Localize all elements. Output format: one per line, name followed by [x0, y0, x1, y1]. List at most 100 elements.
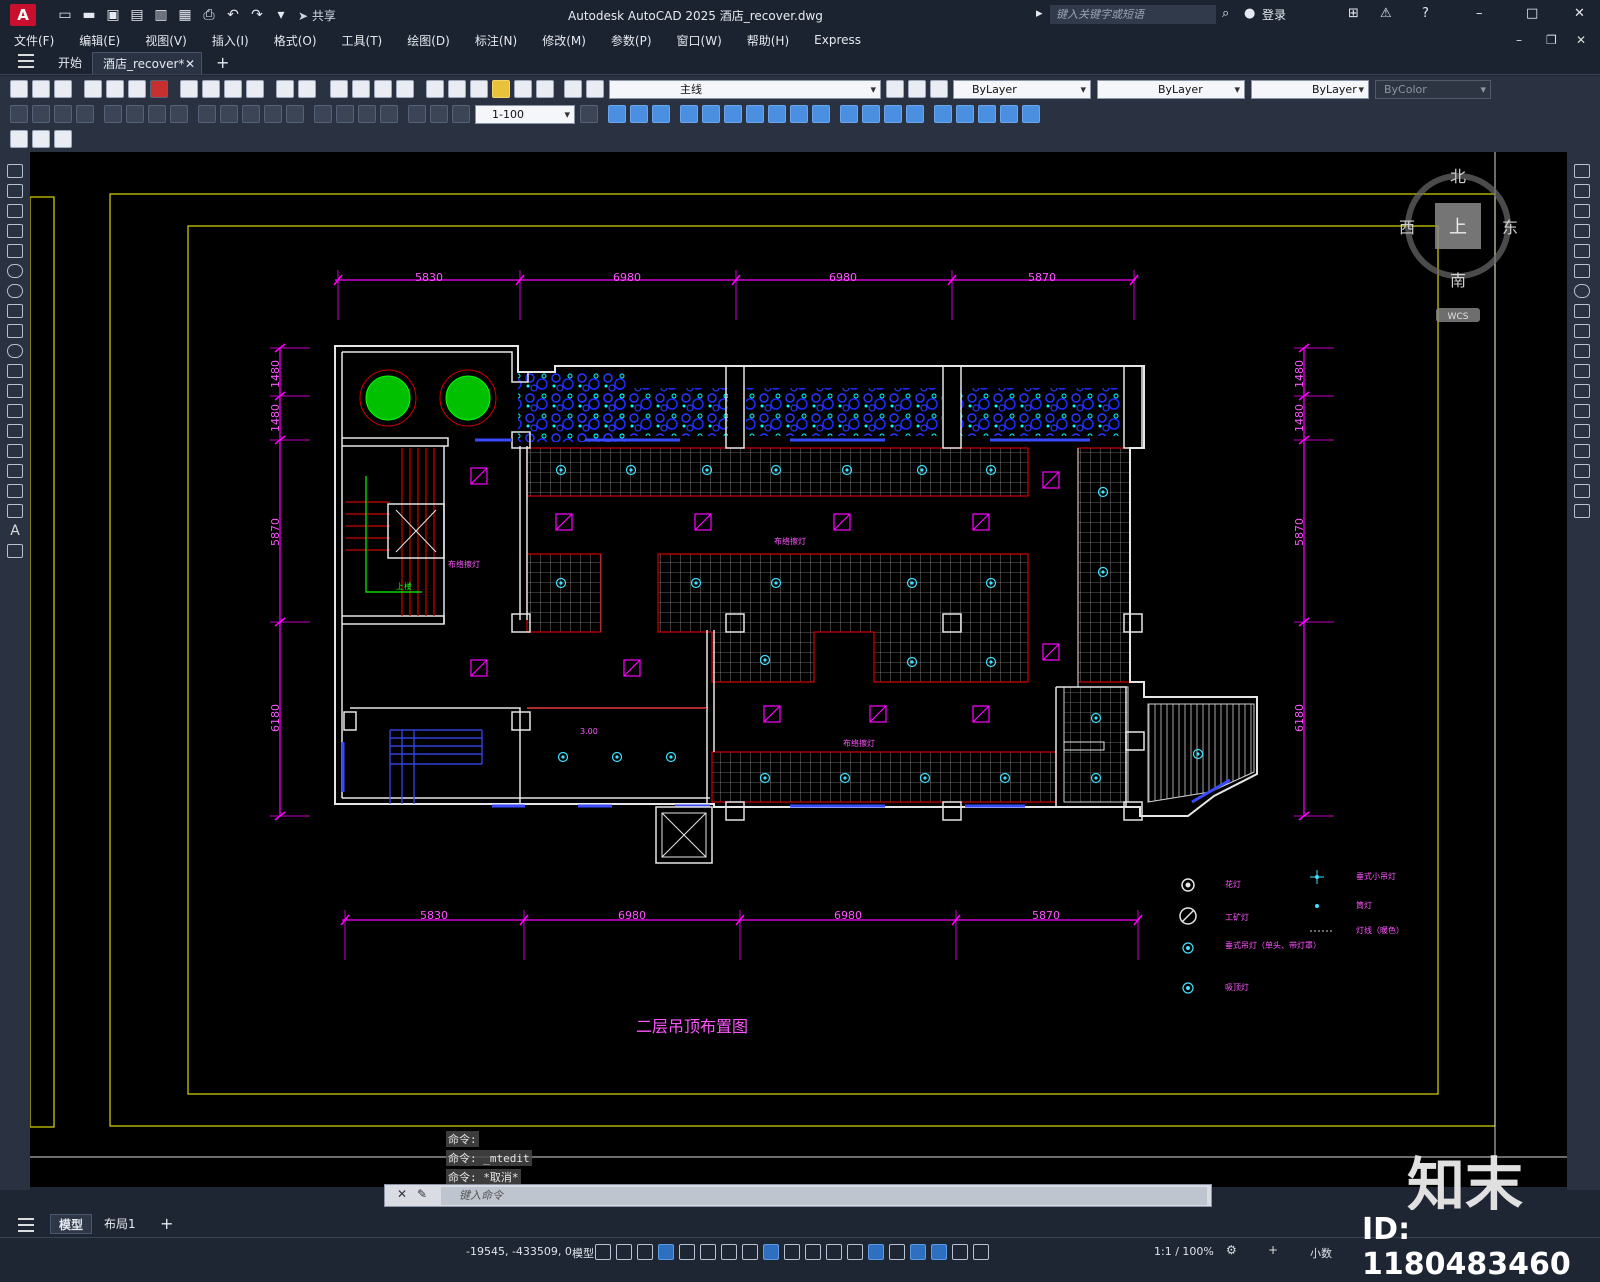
menu-help[interactable]: 帮助(H) [733, 32, 800, 49]
pan-icon[interactable] [330, 80, 348, 98]
tab-start[interactable]: 开始 [48, 52, 92, 74]
transparency-icon[interactable] [805, 1244, 821, 1260]
tab-layout1[interactable]: 布局1 [96, 1214, 144, 1234]
layer-dropdown[interactable]: 主线 [609, 79, 881, 99]
baseline-icon[interactable] [220, 105, 238, 123]
isodraft-icon[interactable] [721, 1244, 737, 1260]
autodesk-app-icon[interactable]: ⚠ [1380, 6, 1392, 21]
zoom-realtime-icon[interactable] [352, 80, 370, 98]
ortho-icon[interactable] [679, 1244, 695, 1260]
preview-icon[interactable] [106, 80, 124, 98]
login-link[interactable]: 登录 [1262, 6, 1286, 23]
make-current-icon[interactable] [886, 80, 904, 98]
grid-icon[interactable] [595, 1244, 611, 1260]
menu-insert[interactable]: 插入(I) [198, 32, 260, 49]
union-icon[interactable] [746, 105, 764, 123]
fillet-icon[interactable] [1574, 464, 1590, 478]
save-web-icon[interactable]: ▦ [176, 6, 194, 24]
search-arrow-icon[interactable]: ▸ [1036, 6, 1043, 21]
viewcube[interactable]: 上 北 南 东 西 WCS [1399, 167, 1518, 322]
object-snap-icon[interactable] [763, 1244, 779, 1260]
break-object-icon[interactable] [1574, 404, 1590, 418]
hatch-icon[interactable] [7, 444, 23, 458]
radius-icon[interactable] [104, 105, 122, 123]
drawing-canvas[interactable]: 5830 6980 6980 5870 5830 6980 6980 5870 … [30, 152, 1567, 1187]
layer-previous-icon[interactable] [908, 80, 926, 98]
3d-osnap-icon[interactable] [847, 1244, 863, 1260]
menu-tools[interactable]: 工具(T) [328, 32, 394, 49]
rotate-icon[interactable] [1574, 284, 1590, 298]
circle-icon[interactable] [7, 284, 23, 298]
scale-icon[interactable] [1574, 304, 1590, 318]
menu-hamburger-icon[interactable] [18, 54, 34, 68]
share-button[interactable]: ➤ 共享 [298, 7, 336, 24]
object-track-icon[interactable] [742, 1244, 758, 1260]
add-selected-icon[interactable] [7, 544, 23, 558]
workspace-gear-icon[interactable]: ⚙ [1226, 1243, 1237, 1257]
cut-icon[interactable] [180, 80, 198, 98]
calculator-icon[interactable] [536, 80, 554, 98]
command-input[interactable]: 键入命令 [441, 1187, 1207, 1205]
auto-scale-icon[interactable] [952, 1244, 968, 1260]
tab-model[interactable]: 模型 [50, 1214, 93, 1234]
add-layout-icon[interactable]: + [152, 1214, 181, 1234]
construction-line-icon[interactable] [7, 184, 23, 198]
publish-icon[interactable] [128, 80, 146, 98]
menu-draw[interactable]: 绘图(D) [393, 32, 461, 49]
break-at-point-icon[interactable] [1574, 384, 1590, 398]
diameter-icon[interactable] [148, 105, 166, 123]
linear-dim-icon[interactable] [10, 105, 28, 123]
gradient-icon[interactable] [7, 464, 23, 478]
tool-palette-icon[interactable] [470, 80, 488, 98]
clean-icon[interactable] [1022, 105, 1040, 123]
jogged-icon[interactable] [126, 105, 144, 123]
trim-icon[interactable] [1574, 344, 1590, 358]
menu-format[interactable]: 格式(O) [260, 32, 328, 49]
shell-icon[interactable] [978, 105, 996, 123]
join-icon[interactable] [1574, 424, 1590, 438]
model-space-toggle[interactable]: 模型 [572, 1245, 594, 1261]
intersect-icon[interactable] [790, 105, 808, 123]
viewcube-wcs[interactable]: WCS [1448, 312, 1469, 322]
spline-icon[interactable] [7, 324, 23, 338]
autocad-logo-icon[interactable]: A [10, 4, 36, 26]
table-icon[interactable] [7, 504, 23, 518]
continue-icon[interactable] [242, 105, 260, 123]
dwf-icon[interactable] [150, 80, 168, 98]
menu-view[interactable]: 视图(V) [131, 32, 198, 49]
paste-icon[interactable] [224, 80, 242, 98]
tolerance-icon[interactable] [314, 105, 332, 123]
dynamic-ucs-icon[interactable] [868, 1244, 884, 1260]
save-as-icon[interactable]: ▤ [128, 6, 146, 24]
plotstyle-dropdown[interactable]: ByColor [1375, 79, 1491, 99]
minimize-icon[interactable]: – [1476, 6, 1483, 21]
undo-tb-icon[interactable] [276, 80, 294, 98]
qnew-icon[interactable] [10, 80, 28, 98]
annotation-scale-icon[interactable] [973, 1244, 989, 1260]
qat-dropdown-icon[interactable]: ▾ [272, 6, 290, 24]
open-web-icon[interactable]: ▥ [152, 6, 170, 24]
annotation-scale-value[interactable]: 1:1 / 100% [1154, 1245, 1214, 1258]
redo-icon[interactable]: ↷ [248, 6, 266, 24]
mtext-icon[interactable]: A [7, 524, 23, 538]
break-icon[interactable] [286, 105, 304, 123]
maximize-icon[interactable]: □ [1526, 6, 1538, 21]
layer-manager-icon[interactable] [586, 80, 604, 98]
coordinates-readout[interactable]: -19545, -433509, 0 [466, 1245, 572, 1258]
offset-icon[interactable] [1574, 224, 1590, 238]
cmd-close-icon[interactable]: ✕ [397, 1187, 407, 1201]
doc-restore-icon[interactable]: ❐ [1546, 33, 1557, 47]
dim-edit-icon[interactable] [408, 105, 426, 123]
erase-icon[interactable] [1574, 164, 1590, 178]
search-input[interactable]: 键入关键字或短语 [1050, 5, 1216, 24]
dim-update-icon[interactable] [452, 105, 470, 123]
close-icon[interactable]: ✕ [1574, 6, 1585, 21]
extrude-icon[interactable] [680, 105, 698, 123]
selection-filter-icon[interactable] [889, 1244, 905, 1260]
properties-icon[interactable] [426, 80, 444, 98]
new-tab-plus-icon[interactable]: + [206, 52, 239, 74]
annotation-visibility-icon[interactable] [931, 1244, 947, 1260]
dim-style-icon[interactable] [580, 105, 598, 123]
extend-icon[interactable] [1574, 364, 1590, 378]
arc-icon[interactable] [7, 264, 23, 278]
